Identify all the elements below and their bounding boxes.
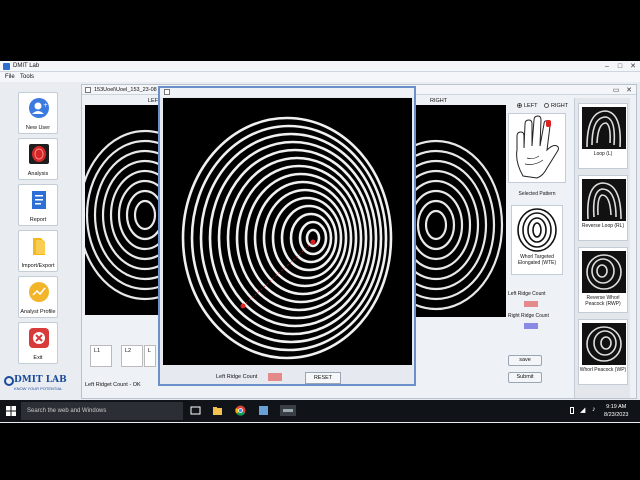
radio-right-label: RIGHT <box>551 103 569 109</box>
pattern-label: Reverse Loop (RL) <box>581 223 625 229</box>
sidebar-item-label: Report <box>29 217 47 223</box>
exit-icon <box>29 328 49 348</box>
slot-l3[interactable]: L <box>144 345 156 367</box>
pattern-reverse-whorl-peacock[interactable]: Reverse Whorl Peacock (RWP) <box>578 247 628 313</box>
pattern-loop[interactable]: Loop (L) <box>578 103 628 169</box>
svg-text:+: + <box>43 102 48 109</box>
exit-button[interactable]: Exit <box>18 322 58 364</box>
popup-left-ridge-count-value[interactable] <box>268 373 282 381</box>
sidebar-item-label: Analyst Profile <box>20 309 56 315</box>
window-title: DMIT Lab <box>13 63 40 69</box>
report-icon <box>32 191 46 209</box>
inner-close-icon[interactable]: ✕ <box>623 85 635 96</box>
import-export-button[interactable]: Import/Export <box>18 230 58 272</box>
sidebar-item-label: Analysis <box>27 171 49 177</box>
radio-left[interactable]: LEFT <box>517 103 537 109</box>
reset-button[interactable]: RESET <box>305 372 341 384</box>
radio-right-indicator <box>544 103 549 108</box>
fingerprint-scan-icon <box>29 144 49 164</box>
window-checkbox[interactable] <box>85 87 91 93</box>
analysis-button[interactable]: Analysis <box>18 138 58 180</box>
reverse-whorl-peacock-icon <box>582 251 626 293</box>
zoom-dialog-titlebar <box>160 88 414 97</box>
battery-icon[interactable] <box>570 407 574 414</box>
right-label: RIGHT <box>430 98 448 104</box>
taskbar-search-input[interactable]: Search the web and Windows <box>21 402 183 420</box>
left-ridge-count-label: Left Ridge Count <box>508 291 546 297</box>
logo-ring-icon <box>4 376 14 386</box>
selected-pattern-name: Whorl Targeted Elongated (WTE) <box>517 254 557 266</box>
zoomed-fingerprint-image[interactable] <box>163 98 412 365</box>
profile-chart-icon <box>29 282 49 302</box>
popup-left-ridge-count-label: Left Ridge Count <box>216 374 258 380</box>
sidebar: + New User Analysis Report Import/Export… <box>14 88 62 388</box>
slot-l2[interactable]: L2 <box>121 345 143 367</box>
left-ridge-count-value[interactable] <box>524 301 538 307</box>
hand-diagram[interactable] <box>508 113 566 183</box>
network-icon[interactable]: ◢ <box>580 406 585 414</box>
task-view-icon[interactable] <box>190 405 201 416</box>
new-user-button[interactable]: + New User <box>18 92 58 134</box>
maximize-icon[interactable]: □ <box>614 61 626 72</box>
pattern-whorl-peacock[interactable]: Whorl Peacock (WP) <box>578 319 628 385</box>
radio-left-indicator <box>517 103 522 108</box>
windows-start-icon[interactable] <box>6 406 16 416</box>
sidebar-item-label: New User <box>25 125 51 131</box>
minimize-icon[interactable]: – <box>601 61 613 72</box>
radio-right[interactable]: RIGHT <box>544 103 568 109</box>
hand-icon <box>516 115 559 179</box>
right-fingerprint-graphic <box>416 139 504 311</box>
right-ridge-count-value[interactable] <box>524 323 538 329</box>
logo-title: DMIT LAB <box>14 375 67 385</box>
whorl-elongated-icon <box>514 208 560 252</box>
right-fingerprint-image[interactable] <box>416 105 506 317</box>
selected-pattern-card: Whorl Targeted Elongated (WTE) <box>511 205 563 275</box>
file-explorer-icon[interactable] <box>212 405 223 416</box>
reverse-loop-pattern-icon <box>582 179 626 221</box>
app-icon <box>3 63 10 70</box>
restore-icon[interactable]: ▭ <box>610 85 622 96</box>
user-icon: + <box>29 98 49 118</box>
logo-tagline: KNOW YOUR POTENTIAL <box>14 386 63 391</box>
report-button[interactable]: Report <box>18 184 58 226</box>
left-fingerprint-image[interactable] <box>85 105 161 315</box>
analyst-profile-button[interactable]: Analyst Profile <box>18 276 58 318</box>
submit-button[interactable]: Submit <box>508 372 542 383</box>
taskbar: Search the web and Windows ◢ ♪ 9:19 AM 8… <box>0 400 640 422</box>
app-taskbar-icon[interactable] <box>258 405 269 416</box>
pattern-list: Loop (L) Reverse Loop (RL) Reverse Whorl… <box>574 98 630 398</box>
loop-pattern-icon <box>582 107 626 149</box>
clock-date: 8/23/2023 <box>604 412 629 418</box>
chrome-icon[interactable] <box>235 405 246 416</box>
right-ridge-count-label: Right Ridge Count <box>508 313 549 319</box>
pattern-label: Whorl Peacock (WP) <box>579 367 627 373</box>
volume-icon[interactable]: ♪ <box>592 406 596 413</box>
menu-tools[interactable]: Tools <box>20 74 34 80</box>
sidebar-item-label: Exit <box>33 355 43 361</box>
menu-file[interactable]: File <box>5 74 15 80</box>
zoom-dialog-checkbox[interactable] <box>164 89 170 95</box>
folder-icon <box>33 238 45 255</box>
pattern-reverse-loop[interactable]: Reverse Loop (RL) <box>578 175 628 241</box>
pattern-label: Loop (L) <box>593 151 613 157</box>
radio-left-label: LEFT <box>524 103 538 109</box>
slot-l1[interactable]: L1 <box>90 345 112 367</box>
menu-bar: File Tools <box>0 72 640 82</box>
system-clock[interactable]: 9:19 AM 8/23/2023 <box>604 403 628 419</box>
sidebar-item-label: Import/Export <box>21 263 55 269</box>
analysis-window-title: 153Uoel\Uoel_153_23-08 <box>94 87 157 93</box>
save-button[interactable]: save <box>508 355 542 366</box>
clock-time: 9:19 AM <box>606 404 627 410</box>
dmit-logo: DMIT LAB KNOW YOUR POTENTIAL <box>4 375 74 397</box>
selected-pattern-label: Selected Pattern <box>518 191 556 197</box>
dmit-taskbar-icon[interactable] <box>280 405 296 416</box>
app-titlebar: DMIT Lab – □ ✕ <box>0 61 640 72</box>
close-icon[interactable]: ✕ <box>627 61 639 72</box>
pattern-label: Reverse Whorl Peacock (RWP) <box>585 295 621 307</box>
status-message: Left Ridget Count - OK <box>85 382 141 388</box>
zoomed-fingerprint-graphic <box>163 98 412 365</box>
whorl-peacock-icon <box>582 323 626 365</box>
left-fingerprint-graphic <box>85 129 161 301</box>
fingerprint-zoom-dialog: Left Ridge Count RESET <box>158 86 416 386</box>
